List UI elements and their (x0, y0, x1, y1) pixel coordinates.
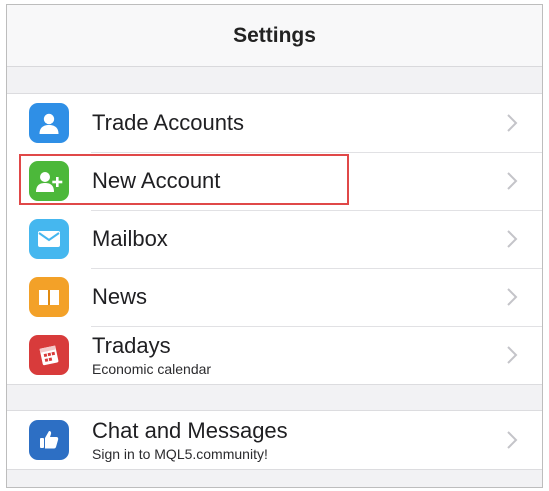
chevron-right-icon (500, 169, 524, 193)
navigation-bar: Settings (7, 5, 542, 67)
settings-item-sublabel: Sign in to MQL5.community! (92, 446, 268, 462)
settings-item-mailbox[interactable]: Mailbox (7, 210, 542, 268)
thumbs-up-icon (29, 420, 69, 460)
envelope-icon (29, 219, 69, 259)
settings-item-label: Chat and Messages (92, 418, 288, 443)
settings-item-label: News (92, 284, 148, 309)
chevron-right-icon (500, 111, 524, 135)
chevron-right-icon (500, 227, 524, 251)
settings-item-label: Tradays (92, 333, 171, 358)
chevron-right-icon (500, 428, 524, 452)
settings-group-accounts: Trade Accounts New Account Mailbox News … (7, 93, 542, 385)
settings-item-sublabel: Economic calendar (92, 361, 212, 377)
settings-screen: Settings Trade Accounts New Account Mail… (6, 4, 543, 488)
settings-item-new-account[interactable]: New Account (7, 152, 542, 210)
add-user-icon (29, 161, 69, 201)
chevron-right-icon (500, 343, 524, 367)
settings-item-label: Mailbox (92, 226, 168, 251)
settings-item-label: Trade Accounts (92, 110, 245, 135)
settings-item-chat-and-messages[interactable]: Chat and Messages Sign in to MQL5.commun… (7, 411, 542, 469)
settings-item-label: New Account (92, 168, 221, 193)
settings-item-news[interactable]: News (7, 268, 542, 326)
calendar-icon (29, 335, 69, 375)
page-title: Settings (233, 23, 316, 47)
book-icon (29, 277, 69, 317)
settings-item-tradays[interactable]: Tradays Economic calendar (7, 326, 542, 384)
chevron-right-icon (500, 285, 524, 309)
settings-item-trade-accounts[interactable]: Trade Accounts (7, 94, 542, 152)
settings-group-community: Chat and Messages Sign in to MQL5.commun… (7, 410, 542, 470)
user-icon (29, 103, 69, 143)
